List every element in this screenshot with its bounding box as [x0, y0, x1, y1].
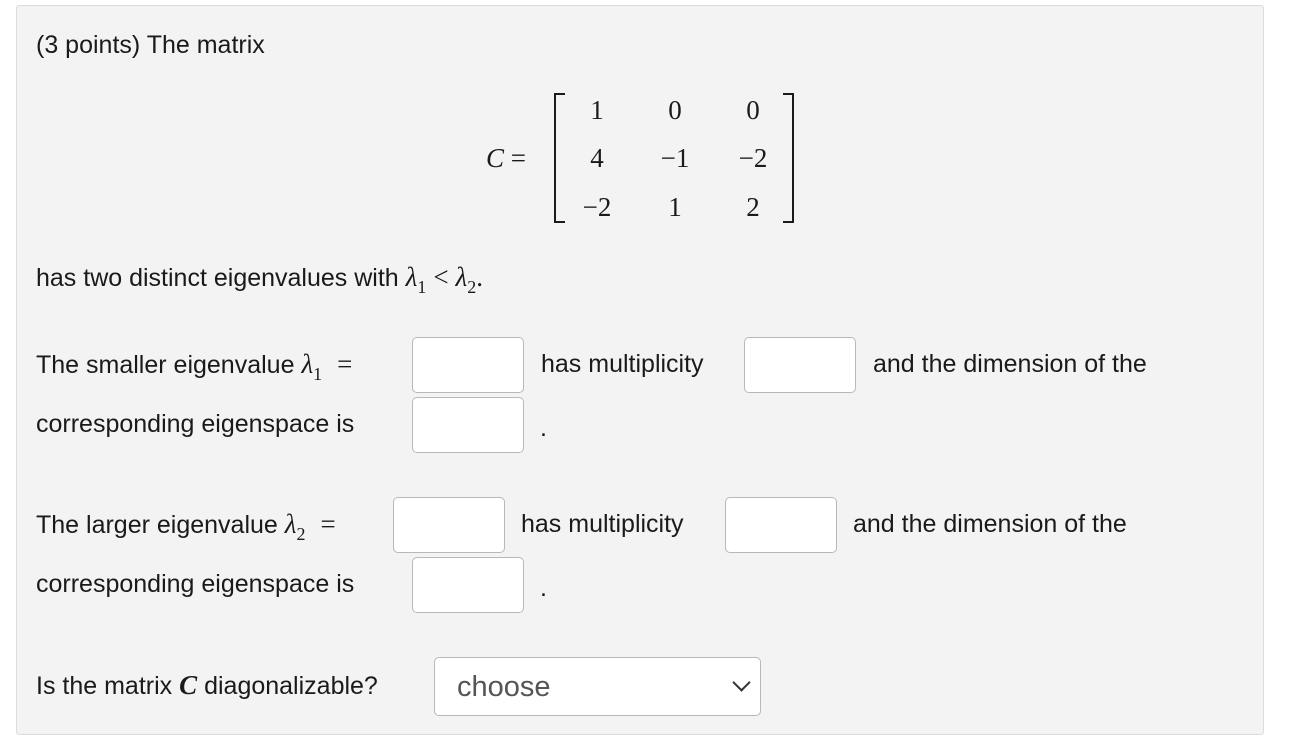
- q2-multiplicity-label: has multiplicity: [521, 510, 684, 538]
- matrix-cell: 2: [746, 192, 760, 222]
- q2-dimension-label: and the dimension of the: [853, 510, 1127, 538]
- q1-prefix: The smaller eigenvalue λ1 =: [36, 349, 353, 384]
- larger-eigenspace-dimension-input[interactable]: [412, 557, 524, 613]
- larger-eigenvalue-input[interactable]: [393, 497, 505, 553]
- q2-period: .: [540, 574, 547, 602]
- q1-multiplicity-label: has multiplicity: [541, 350, 704, 378]
- q1-dimension-label: and the dimension of the: [873, 350, 1147, 378]
- smaller-eigenspace-dimension-input[interactable]: [412, 397, 524, 453]
- smaller-eigenvalue-input[interactable]: [412, 337, 524, 393]
- q2-prefix: The larger eigenvalue λ2 =: [36, 509, 336, 544]
- q1-eigenspace-label: corresponding eigenspace is: [36, 410, 355, 438]
- diagonalizable-select[interactable]: choose: [434, 657, 761, 716]
- q2-eigenspace-label: corresponding eigenspace is: [36, 570, 355, 598]
- smaller-multiplicity-input[interactable]: [744, 337, 856, 393]
- intro-text: (3 points) The matrix: [36, 31, 265, 59]
- matrix-cell: 0: [746, 95, 760, 125]
- matrix-cell: −2: [582, 192, 612, 222]
- matrix-cell: 0: [668, 95, 682, 125]
- q1-period: .: [540, 414, 547, 442]
- matrix-cell: 4: [590, 143, 604, 173]
- select-value: choose: [457, 671, 551, 703]
- chevron-down-icon: [732, 673, 751, 692]
- matrix-cell: −2: [738, 143, 768, 173]
- larger-multiplicity-input[interactable]: [725, 497, 837, 553]
- eigenvalue-statement: has two distinct eigenvalues with λ1 < λ…: [36, 262, 483, 297]
- diagonalizable-question: Is the matrix C diagonalizable?: [36, 670, 378, 700]
- matrix-label: C =: [486, 143, 526, 173]
- matrix-cell: 1: [668, 192, 682, 222]
- matrix-cell: −1: [660, 143, 690, 173]
- matrix-cell: 1: [590, 95, 604, 125]
